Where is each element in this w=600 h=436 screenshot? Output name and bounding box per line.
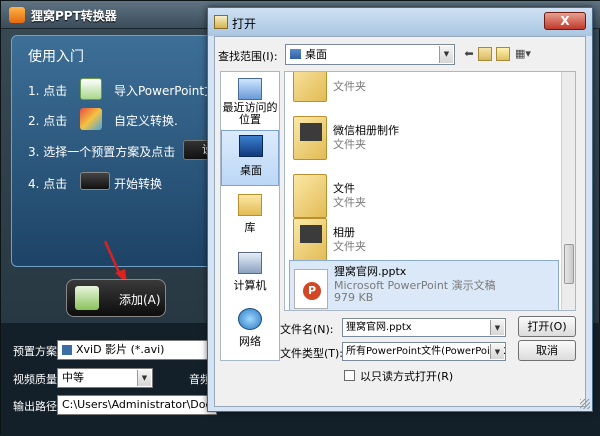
place-computer[interactable]: 计算机 [221, 248, 279, 304]
file-type: 文件夹 [333, 196, 366, 209]
preset-select[interactable]: XviD 影片 (*.avi) [57, 340, 217, 360]
video-format-icon [62, 345, 72, 355]
new-folder-icon[interactable] [496, 47, 510, 61]
preset-label: 预置方案: [13, 345, 61, 358]
place-recent[interactable]: 最近访问的位置 [221, 74, 279, 130]
app-title: 狸窝PPT转换器 [31, 9, 117, 23]
powerpoint-icon: P [303, 282, 321, 300]
desktop-icon [239, 135, 263, 157]
quality-value: 中等 [62, 371, 84, 384]
resize-grip-icon[interactable] [580, 399, 590, 409]
step-2-desc: 自定义转换. [114, 114, 178, 128]
chevron-down-icon: ▼ [137, 370, 151, 386]
step-4-desc: 开始转换 [114, 177, 163, 191]
open-button[interactable]: 打开(O) [518, 316, 576, 337]
list-item-selected-pptx[interactable]: P 狸窝官网.pptx Microsoft PowerPoint 演示文稿 97… [289, 260, 559, 310]
step-1-number: 1. 点击 [28, 84, 68, 98]
libraries-icon [238, 194, 262, 216]
preset-value: XviD 影片 (*.avi) [76, 343, 165, 356]
filetype-select[interactable]: 所有PowerPoint文件(PowerPoint 2000-20 ▼ [342, 342, 506, 361]
folder-icon [293, 72, 327, 102]
place-recent-label: 最近访问的位置 [222, 101, 278, 126]
place-network[interactable]: 网络 [221, 304, 279, 360]
folder-icon [214, 15, 228, 29]
folder-icon [293, 116, 327, 160]
output-label: 输出路径: [13, 400, 61, 413]
output-path-value: C:\Users\Administrator\Documents\Lea [62, 398, 217, 411]
getting-started-panel: 使用入门 1. 点击 导入PowerPoint文件. 2. 点击 自定义转换. … [11, 35, 243, 267]
output-path-field[interactable]: C:\Users\Administrator\Documents\Lea [57, 395, 217, 415]
place-network-label: 网络 [239, 335, 261, 348]
filename-field[interactable]: 狸窝官网.pptx ▼ [342, 318, 506, 337]
add-file-icon [75, 286, 99, 310]
customize-tools-icon[interactable] [80, 108, 102, 130]
step-2-number: 2. 点击 [28, 114, 68, 128]
file-type: 文件夹 [333, 138, 366, 151]
file-list: 文件夹 微信相册制作 文件夹 文件 文件夹 相册 文件夹 P 狸窝官网.pptx… [284, 71, 576, 311]
lookin-label: 查找范围(I): [218, 50, 278, 63]
add-button[interactable]: 添加(A) [66, 279, 166, 317]
start-convert-icon[interactable] [80, 172, 110, 190]
app-logo-icon [9, 7, 25, 23]
open-file-dialog: 打开 X 查找范围(I): 桌面 ▼ ⬅ ▦▾ 最近访问的位置 桌面 库 计算机… [207, 7, 593, 412]
place-libraries[interactable]: 库 [221, 190, 279, 246]
network-icon [238, 308, 262, 330]
readonly-label: 以只读方式打开(R) [360, 370, 454, 383]
chevron-down-icon: ▼ [490, 344, 504, 359]
add-button-label: 添加(A) [119, 293, 161, 307]
lookin-value: 桌面 [305, 48, 327, 61]
add-file-icon[interactable] [80, 78, 102, 100]
desktop-folder-icon [290, 49, 301, 59]
file-type: 文件夹 [333, 80, 366, 93]
quality-label: 视频质量: [13, 373, 61, 386]
place-libraries-label: 库 [244, 221, 256, 234]
places-bar: 最近访问的位置 桌面 库 计算机 网络 [220, 71, 280, 361]
guide-title: 使用入门 [28, 49, 84, 65]
chevron-down-icon: ▼ [439, 46, 453, 63]
place-computer-label: 计算机 [233, 279, 267, 292]
step-3-text: 3. 选择一个预置方案及点击 [28, 145, 176, 159]
scrollbar-thumb[interactable] [564, 244, 574, 284]
step-4-number: 4. 点击 [28, 177, 68, 191]
recent-places-icon [238, 78, 262, 100]
photo-thumbnail-icon [300, 123, 322, 141]
quality-select[interactable]: 中等 ▼ [57, 368, 153, 388]
cancel-button[interactable]: 取消 [518, 340, 576, 361]
place-desktop[interactable]: 桌面 [221, 130, 279, 186]
pptx-file-icon: P [294, 269, 328, 309]
filetype-value: 所有PowerPoint文件(PowerPoint 2000-20 [346, 346, 505, 357]
file-list-scrollbar[interactable] [561, 72, 575, 310]
filetype-label: 文件类型(T): [280, 347, 344, 360]
folder-icon [293, 174, 327, 218]
file-size: 979 KB [334, 291, 374, 304]
chevron-down-icon: ▼ [490, 320, 504, 335]
readonly-checkbox[interactable] [344, 370, 355, 381]
file-type: 文件夹 [333, 240, 366, 253]
close-button[interactable]: X [544, 12, 586, 30]
dialog-title: 打开 [232, 17, 257, 31]
place-desktop-label: 桌面 [240, 164, 262, 177]
photo-thumbnail-icon [300, 225, 322, 243]
folder-icon [293, 218, 327, 262]
lookin-select[interactable]: 桌面 ▼ [285, 44, 455, 65]
dialog-titlebar: 打开 X [208, 8, 592, 36]
up-folder-icon[interactable] [478, 47, 492, 61]
computer-icon [238, 252, 262, 274]
view-menu-icon[interactable]: ▦▾ [513, 47, 533, 61]
filename-value: 狸窝官网.pptx [346, 322, 412, 333]
back-icon[interactable]: ⬅ [462, 47, 476, 61]
filename-label: 文件名(N): [280, 323, 334, 336]
list-item[interactable]: 微信相册制作 文件夹 [289, 112, 559, 168]
list-item[interactable]: 文件夹 [289, 72, 559, 108]
